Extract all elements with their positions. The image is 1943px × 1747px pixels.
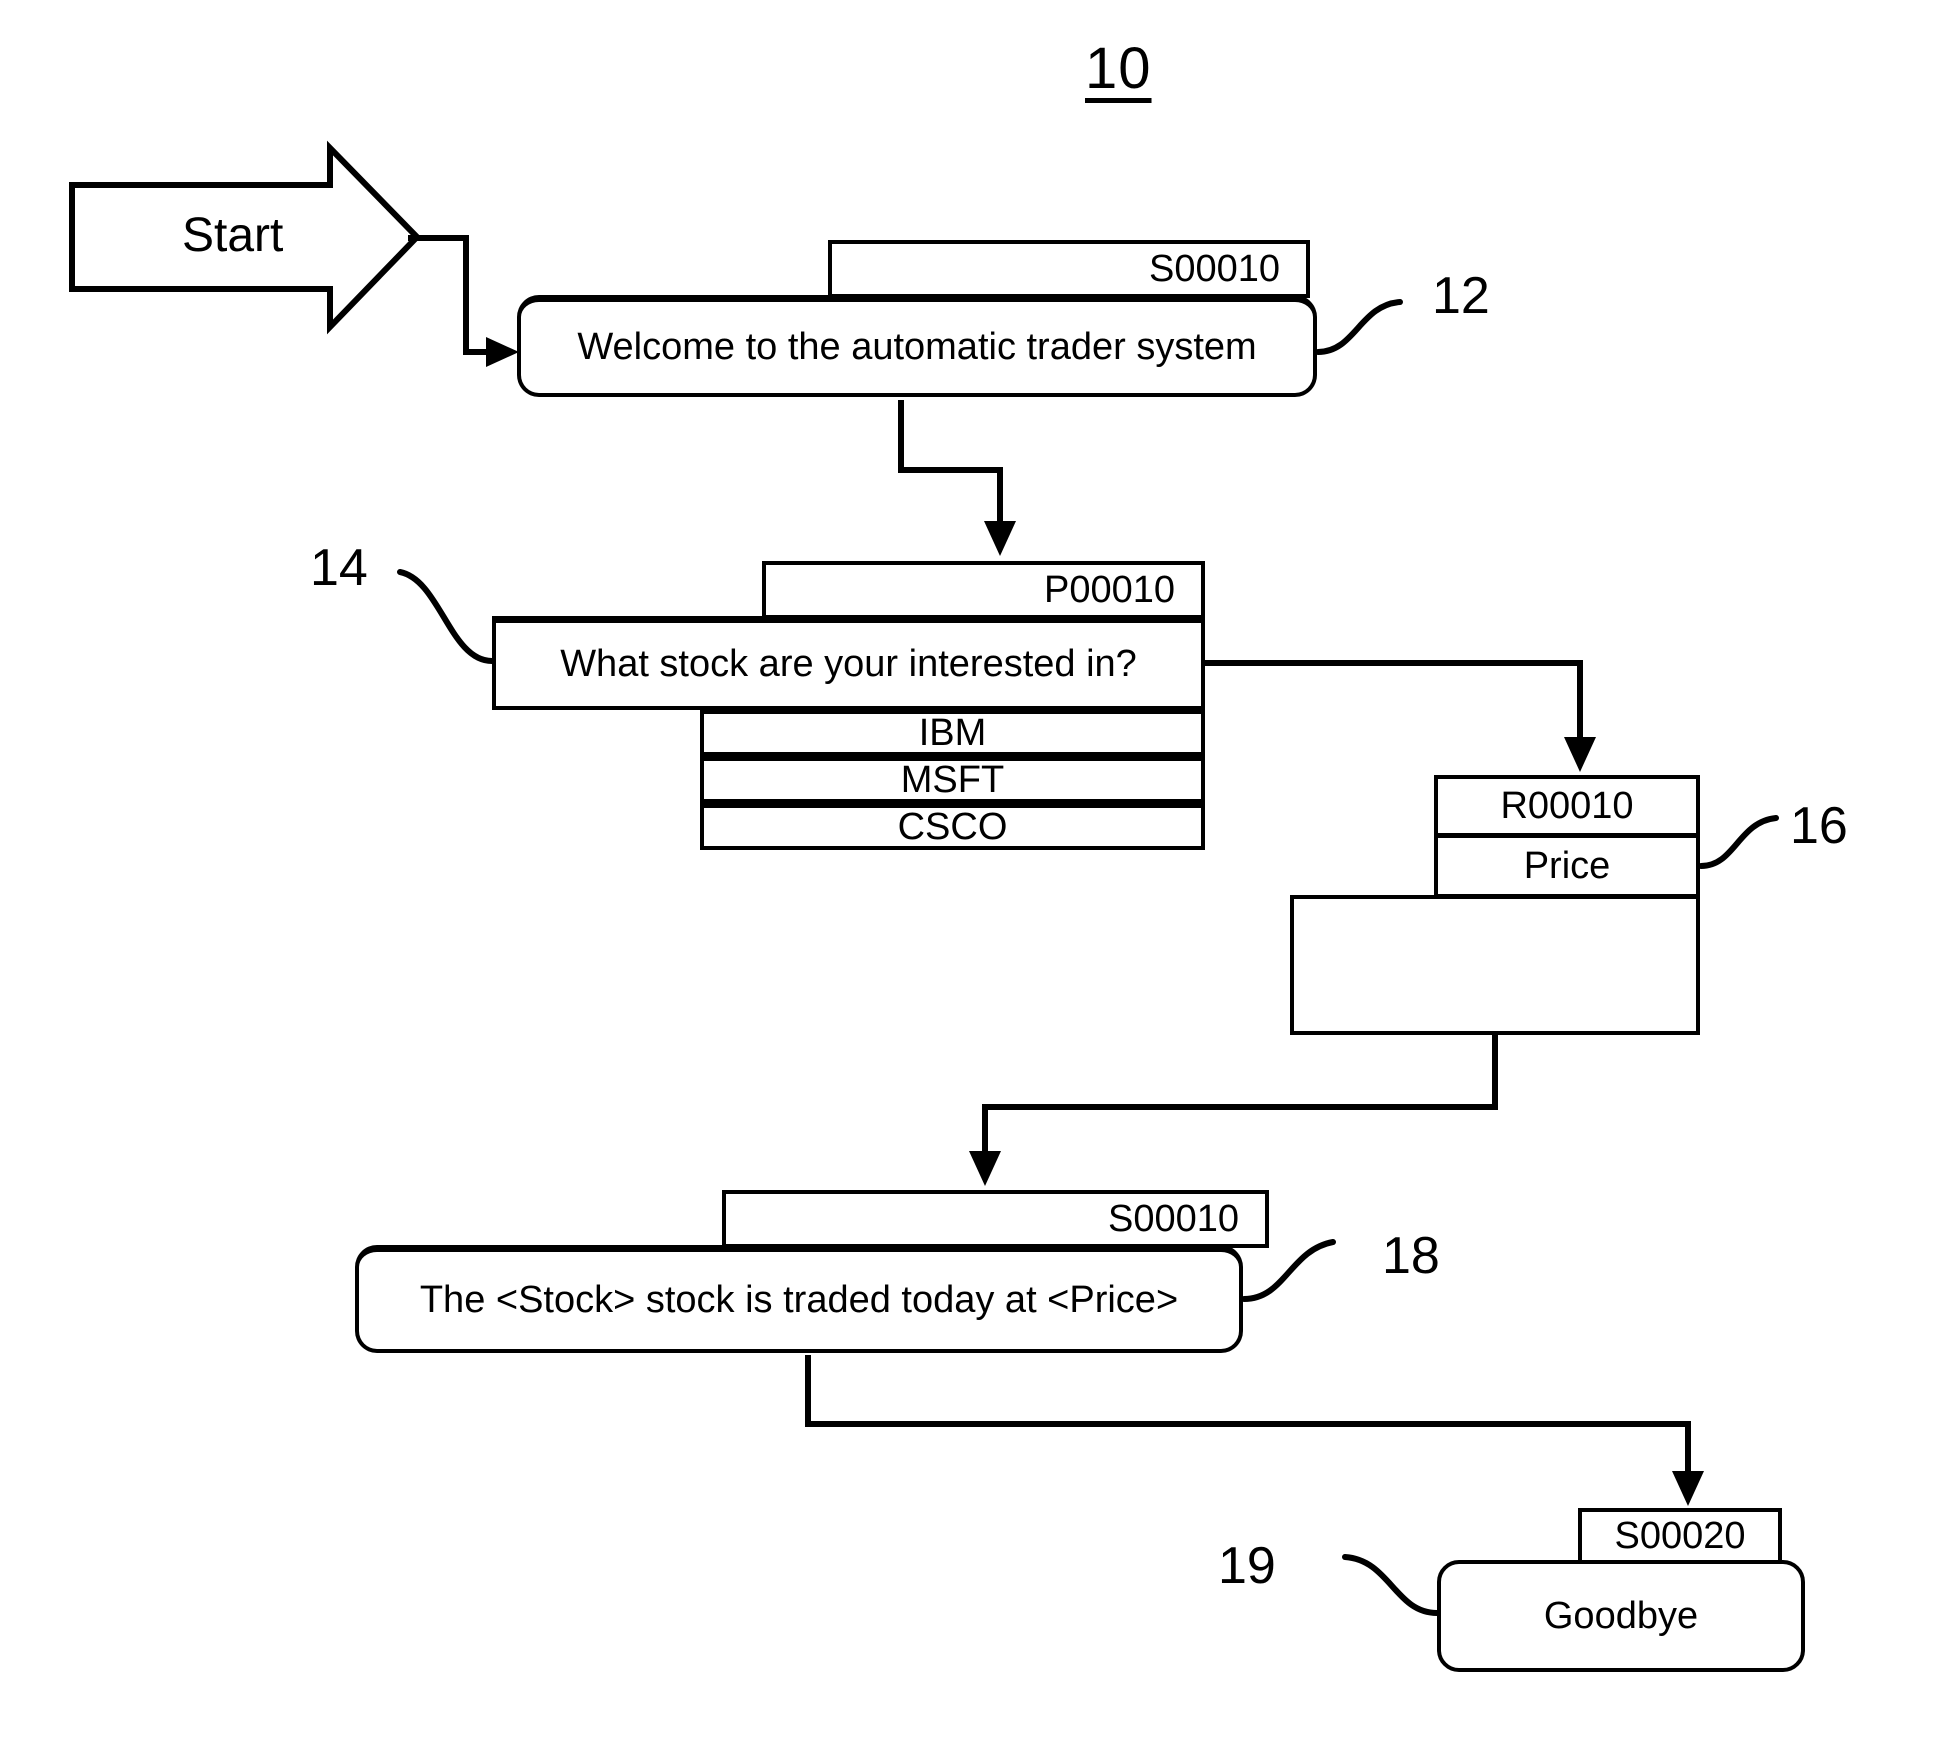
node-recognition-extension bbox=[1290, 895, 1700, 1035]
node-welcome-header: S00010 bbox=[828, 240, 1310, 298]
arrowhead-welcome-to-prompt bbox=[984, 521, 1016, 556]
connector-welcome-to-prompt bbox=[898, 400, 1003, 534]
node-goodbye-header: S00020 bbox=[1578, 1508, 1782, 1564]
leader-line-16 bbox=[1698, 815, 1779, 869]
leader-line-18 bbox=[1241, 1239, 1336, 1302]
prompt-option-csco[interactable]: CSCO bbox=[700, 801, 1205, 850]
arrowhead-result-to-goodbye bbox=[1672, 1471, 1704, 1506]
ref-numeral-18: 18 bbox=[1382, 1227, 1440, 1285]
leader-line-12 bbox=[1315, 299, 1403, 355]
prompt-option-msft[interactable]: MSFT bbox=[700, 754, 1205, 803]
node-result-header: S00010 bbox=[722, 1190, 1269, 1248]
start-label: Start bbox=[182, 209, 284, 262]
leader-line-19 bbox=[1342, 1554, 1440, 1616]
arrowhead-prompt-to-recognition bbox=[1564, 737, 1596, 772]
connector-result-to-goodbye bbox=[805, 1355, 1691, 1484]
node-recognition-body: Price bbox=[1434, 834, 1700, 898]
prompt-option-ibm[interactable]: IBM bbox=[700, 707, 1205, 756]
node-welcome-body: Welcome to the automatic trader system bbox=[517, 295, 1317, 397]
node-result-body: The <Stock> stock is traded today at <Pr… bbox=[355, 1245, 1243, 1353]
ref-numeral-14: 14 bbox=[310, 539, 368, 597]
figure-canvas: 10 Start S00010 Welcome to the automatic… bbox=[0, 0, 1943, 1747]
node-goodbye-body: Goodbye bbox=[1437, 1560, 1805, 1672]
arrowhead-start-to-welcome bbox=[486, 337, 519, 367]
connector-start-to-welcome bbox=[408, 235, 500, 355]
arrowhead-recognition-to-result bbox=[969, 1151, 1001, 1186]
figure-number: 10 bbox=[1085, 36, 1152, 101]
node-prompt-body: What stock are your interested in? bbox=[492, 616, 1205, 710]
node-recognition-header: R00010 bbox=[1434, 775, 1700, 837]
connector-prompt-to-recognition bbox=[1205, 660, 1583, 750]
ref-numeral-12: 12 bbox=[1432, 267, 1490, 325]
leader-line-14 bbox=[397, 569, 495, 664]
connector-recognition-to-result bbox=[982, 1035, 1498, 1164]
ref-numeral-16: 16 bbox=[1790, 797, 1848, 855]
ref-numeral-19: 19 bbox=[1218, 1537, 1276, 1595]
node-prompt-header: P00010 bbox=[762, 561, 1205, 619]
